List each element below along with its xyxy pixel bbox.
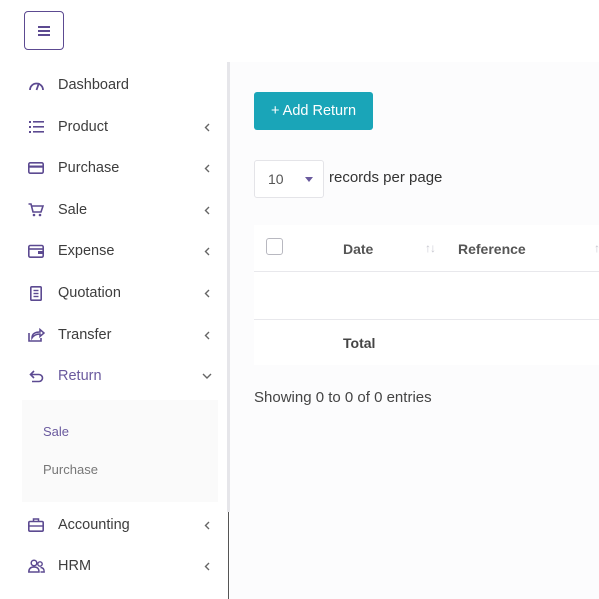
users-icon — [27, 557, 45, 575]
document-icon — [27, 284, 45, 302]
sidebar-item-accounting[interactable]: Accounting — [0, 506, 227, 544]
sidebar-item-label: Expense — [58, 243, 115, 259]
sidebar-divider-lower — [228, 512, 229, 599]
sidebar-item-dashboard[interactable]: Dashboard — [0, 66, 227, 104]
wallet-icon — [27, 242, 45, 260]
sidebar-item-label: Transfer — [58, 327, 112, 343]
sidebar-item-transfer[interactable]: Transfer — [0, 316, 227, 354]
sort-icon[interactable]: ↑ — [594, 241, 599, 255]
records-per-page-label: records per page — [329, 169, 443, 186]
sidebar-item-label: Accounting — [58, 517, 130, 533]
chevron-left-icon — [202, 330, 212, 340]
records-per-page-value: 10 — [268, 171, 284, 187]
sidebar-item-purchase[interactable]: Purchase — [0, 149, 227, 187]
sidebar-item-sale[interactable]: Sale — [0, 191, 227, 229]
chevron-left-icon — [202, 163, 212, 173]
return-submenu: Sale Purchase — [22, 400, 218, 502]
sidebar-item-quotation[interactable]: Quotation — [0, 274, 227, 312]
sidebar-item-label: Product — [58, 119, 108, 135]
card-icon — [27, 159, 45, 177]
chevron-left-icon — [202, 520, 212, 530]
cart-icon — [27, 201, 45, 219]
chevron-left-icon — [202, 561, 212, 571]
table-row — [254, 272, 599, 320]
sort-icon[interactable]: ↑↓ — [425, 241, 436, 255]
sidebar-item-label: Purchase — [58, 160, 120, 176]
sidebar-item-product[interactable]: Product — [0, 108, 227, 146]
chevron-left-icon — [202, 288, 212, 298]
records-per-page-select[interactable]: 10 — [254, 160, 324, 198]
chevron-down-icon — [202, 371, 212, 381]
select-all-checkbox[interactable] — [266, 238, 283, 255]
caret-down-icon — [305, 177, 313, 182]
menu-toggle-button[interactable] — [24, 11, 64, 50]
list-icon — [27, 118, 45, 136]
chevron-left-icon — [202, 246, 212, 256]
column-header-date[interactable]: Date — [343, 241, 373, 257]
hamburger-icon — [38, 25, 50, 36]
briefcase-icon — [27, 516, 45, 534]
sidebar-item-expense[interactable]: Expense — [0, 232, 227, 270]
sidebar-item-label: HRM — [58, 558, 92, 574]
submenu-item-sale-return[interactable]: Sale — [43, 424, 69, 439]
gauge-icon — [27, 76, 45, 94]
return-icon — [27, 367, 45, 385]
submenu-item-purchase-return[interactable]: Purchase — [43, 462, 98, 477]
chevron-left-icon — [202, 122, 212, 132]
table-header-row: Date ↑↓ Reference ↑ — [254, 225, 599, 272]
add-return-button[interactable]: + Add Return — [254, 92, 373, 130]
table-info-text: Showing 0 to 0 of 0 entries — [254, 389, 432, 406]
chevron-left-icon — [202, 205, 212, 215]
sidebar-item-label: Quotation — [58, 285, 121, 301]
sidebar-item-label: Return — [58, 368, 102, 384]
top-bar — [0, 0, 599, 62]
table-footer-total: Total — [343, 335, 376, 351]
column-header-reference[interactable]: Reference — [458, 241, 526, 257]
share-icon — [27, 326, 45, 344]
returns-table: Date ↑↓ Reference ↑ Total — [254, 225, 599, 365]
sidebar-item-hrm[interactable]: HRM — [0, 547, 227, 585]
sidebar-item-label: Sale — [58, 202, 88, 218]
sidebar-item-label: Dashboard — [58, 77, 129, 93]
sidebar-item-return[interactable]: Return — [0, 357, 227, 395]
